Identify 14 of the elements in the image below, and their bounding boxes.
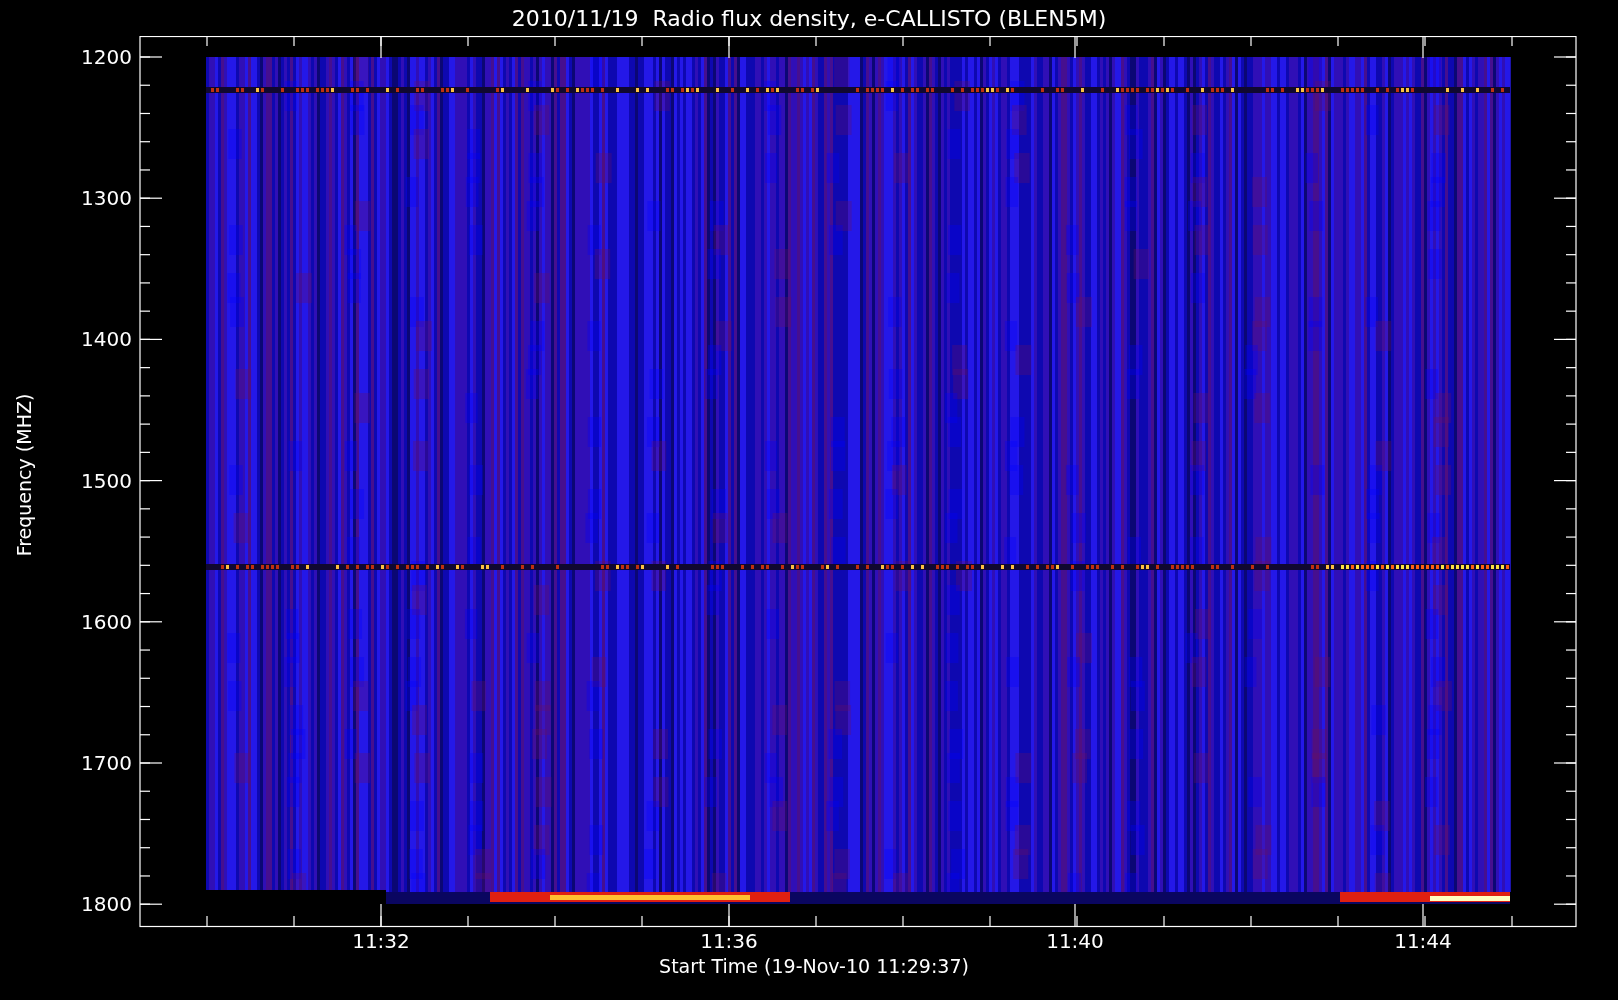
x-tick-label: 11:32	[352, 929, 410, 953]
y-tick-label: 1500	[81, 468, 132, 493]
y-tick-label: 1400	[81, 327, 132, 352]
x-tick-label: 11:36	[700, 929, 758, 953]
y-tick-label: 1700	[81, 751, 132, 775]
y-tick-label: 1300	[81, 186, 132, 211]
x-tick-label: 11:44	[1394, 929, 1452, 953]
chart-title: 2010/11/19 Radio flux density, e-CALLISTO (BLEN5M)	[510, 4, 1108, 33]
y-tick-label: 1200	[81, 45, 132, 69]
x-axis-label: Start Time (19-Nov-10 11:29:37)	[659, 955, 969, 977]
y-tick-label: 1600	[81, 609, 132, 634]
y-tick-label: 1800	[81, 892, 132, 917]
y-axis-label: Frequency (MHZ)	[13, 393, 35, 557]
x-tick-label: 11:40	[1046, 929, 1104, 953]
